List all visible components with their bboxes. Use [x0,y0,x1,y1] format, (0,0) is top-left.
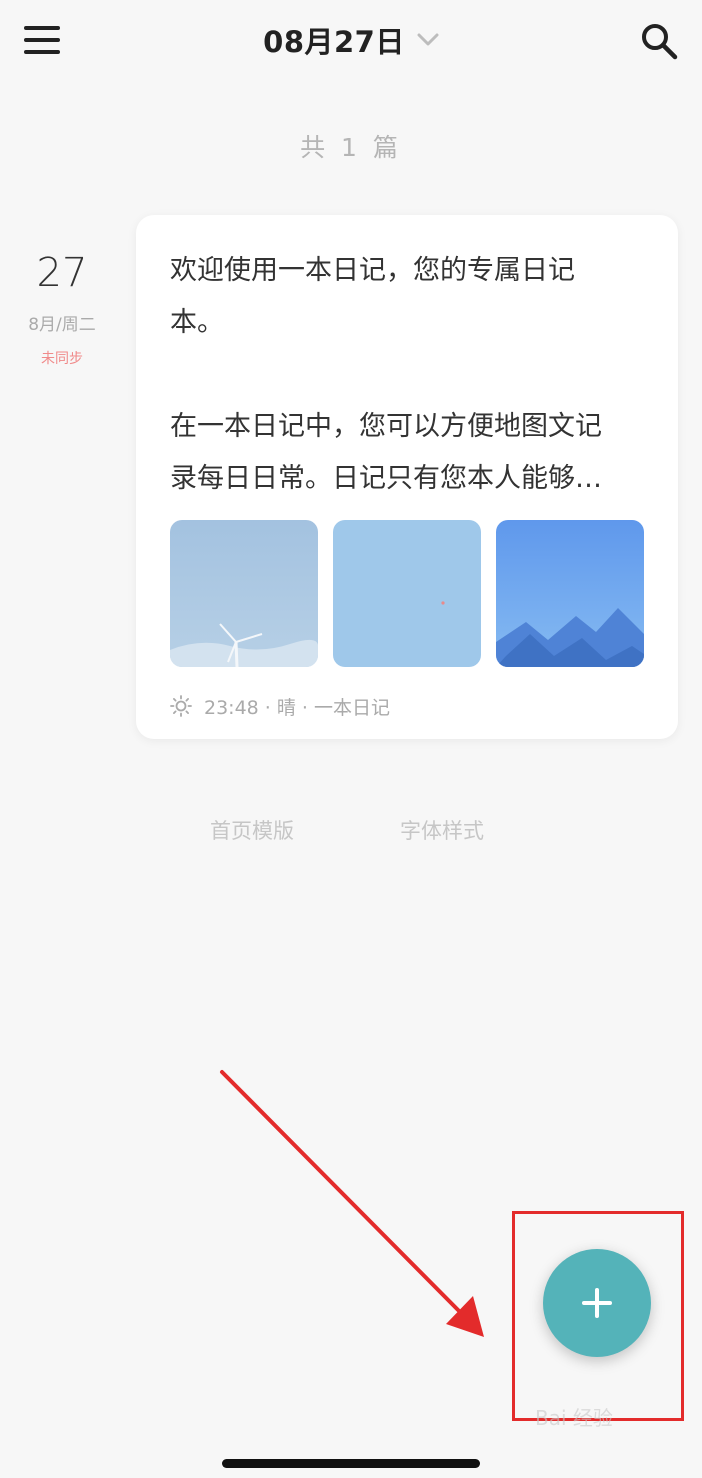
entry-count: 共 1 篇 [300,133,402,162]
sky-image[interactable] [333,520,481,667]
sync-status: 未同步 [41,351,83,367]
entry-paragraph: 在一本日记中，您可以方便地图文记 录每日日常。日记只有您本人能够… [170,411,602,494]
watermark: Bai 经验 [535,1406,613,1430]
home-indicator[interactable] [222,1459,480,1468]
entry-meta: 23:48 · 晴 · 一本日记 [170,691,390,721]
entry-preview: 欢迎使用一本日记，您的专属日记 本。 在一本日记中，您可以方便地图文记 录每日日… [170,245,650,505]
page-title: 08月27日 [263,25,405,59]
home-template-link[interactable]: 首页模版 [210,815,294,845]
entry-day: 27 [36,250,88,296]
entry-month-weekday: 8月/周二 [28,315,96,335]
search-icon[interactable] [640,22,678,60]
wind-turbine-image[interactable] [170,520,318,667]
sun-icon [170,695,192,717]
diary-entry-card[interactable]: 欢迎使用一本日记，您的专属日记 本。 在一本日记中，您可以方便地图文记 录每日日… [136,215,678,739]
entry-images [170,520,644,667]
entry-paragraph: 欢迎使用一本日记，您的专属日记 本。 [170,255,575,338]
plus-icon [582,1288,612,1318]
chevron-down-icon [417,33,439,46]
add-entry-button[interactable] [543,1249,651,1357]
entry-meta-text: 23:48 · 晴 · 一本日记 [204,696,390,719]
mountain-image[interactable] [496,520,644,667]
font-style-link[interactable]: 字体样式 [400,815,484,845]
date-selector[interactable]: 08月27日 [0,18,702,62]
